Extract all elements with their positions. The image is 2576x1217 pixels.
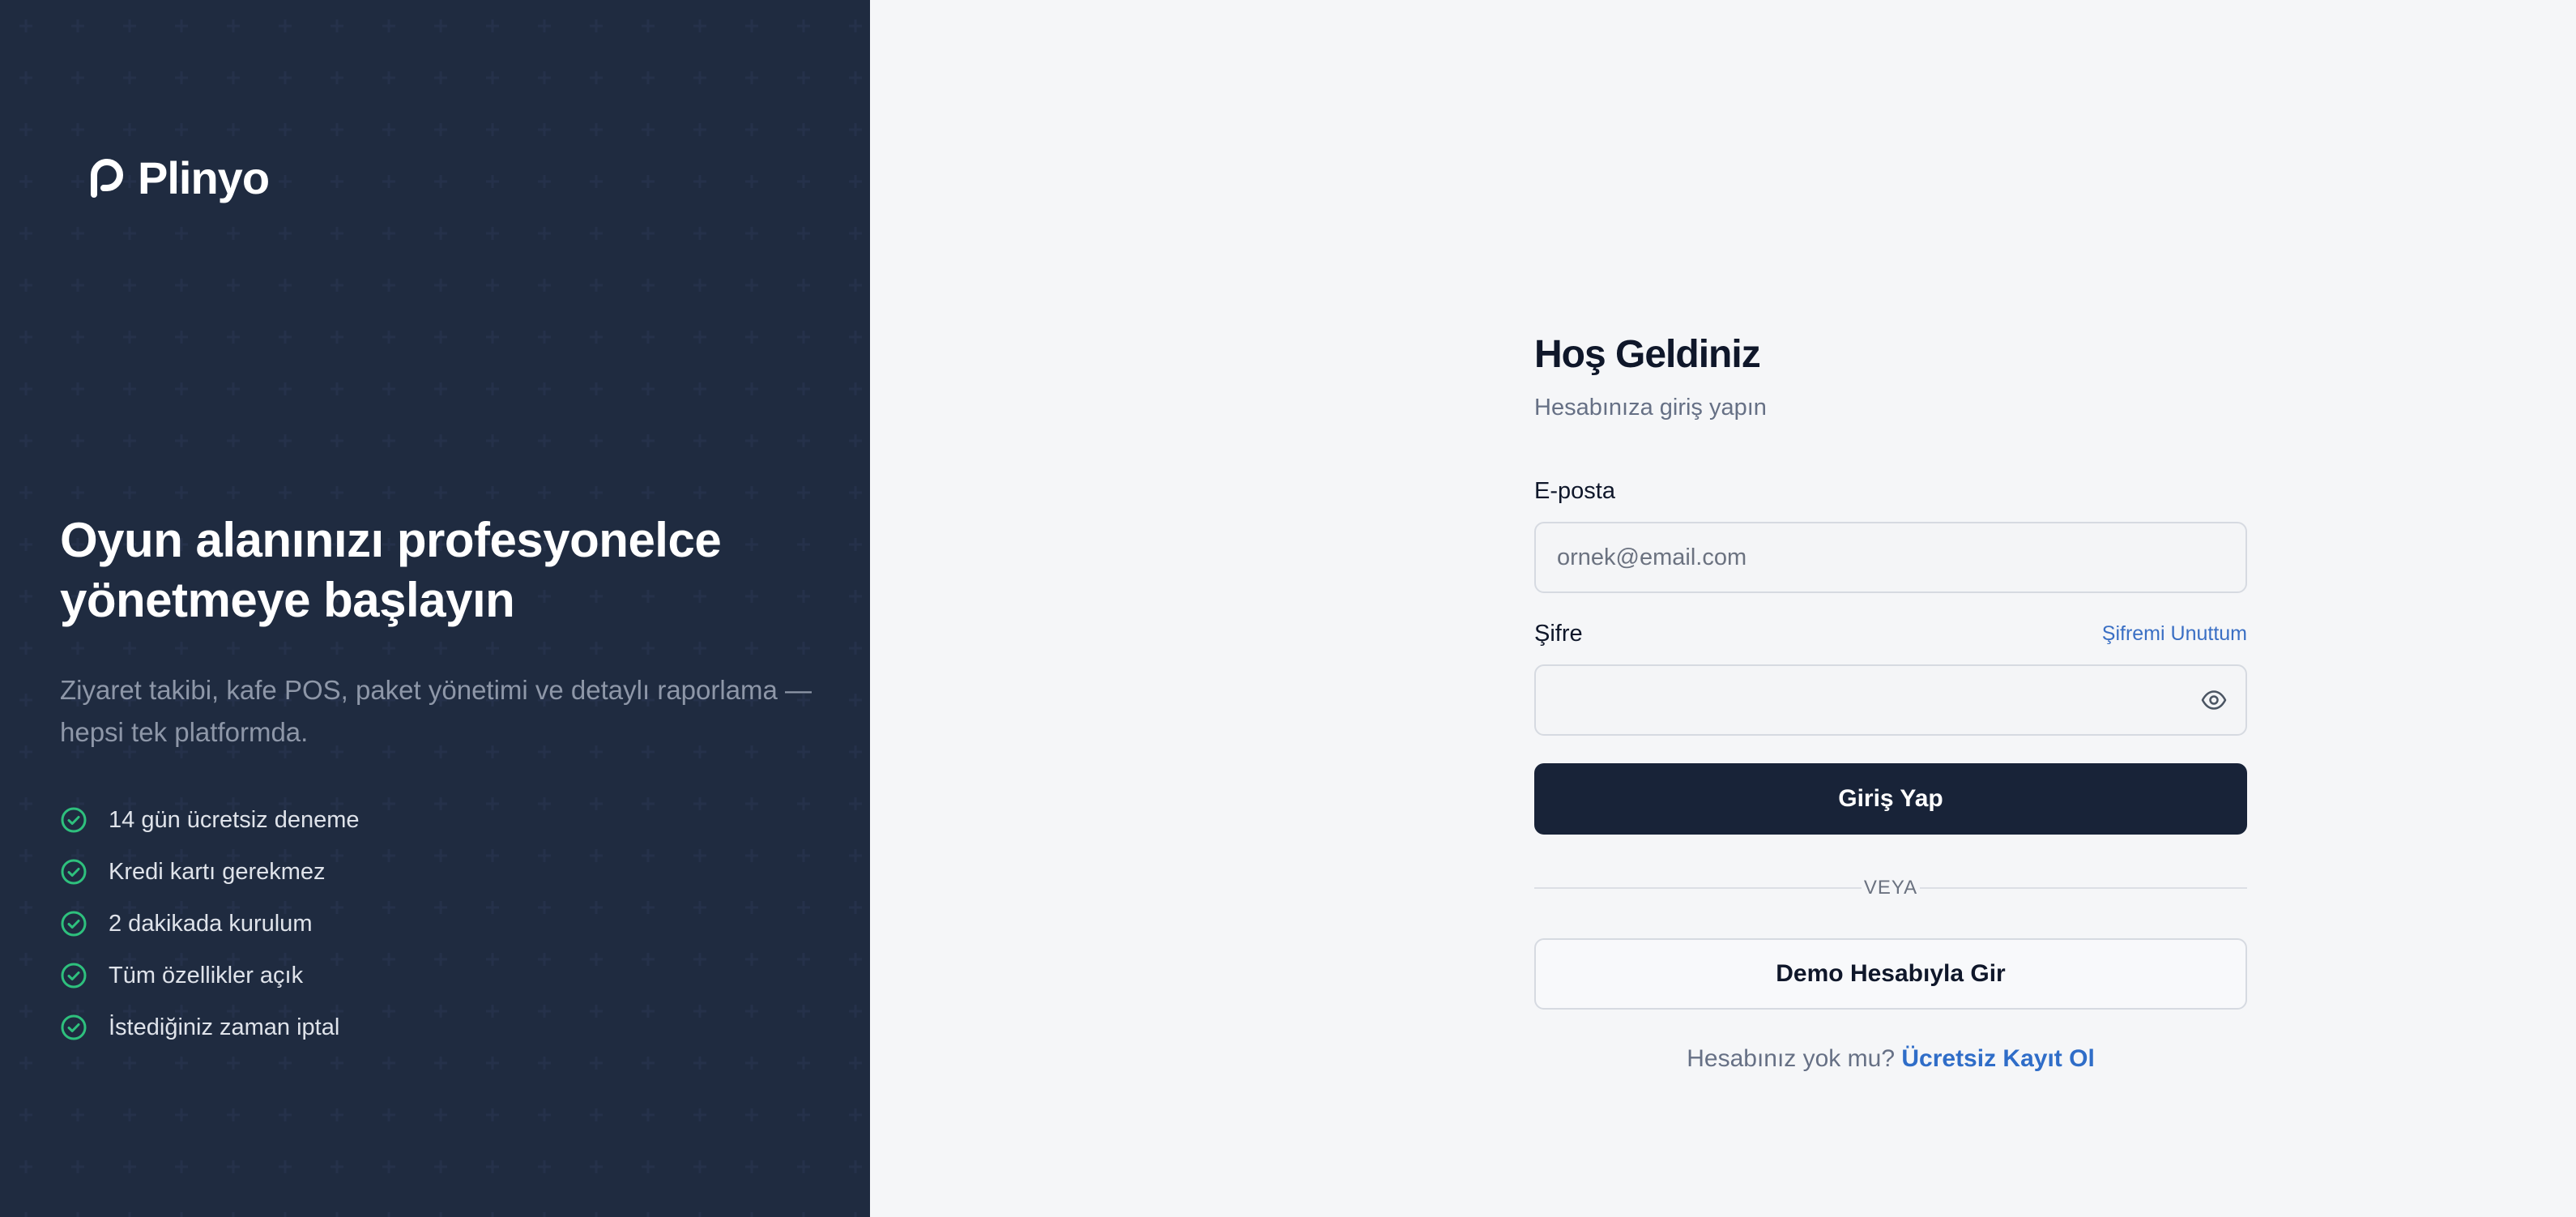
feature-item: Kredi kartı gerekmez: [60, 846, 360, 898]
check-circle-icon: [61, 807, 87, 833]
check-circle-icon: [61, 911, 87, 937]
login-button[interactable]: Giriş Yap: [1534, 763, 2247, 835]
brand-logo[interactable]: Plinyo: [87, 152, 270, 203]
password-label: Şifre: [1534, 621, 1583, 647]
signup-link[interactable]: Ücretsiz Kayıt Ol: [1901, 1045, 2094, 1072]
check-circle-icon: [61, 859, 87, 885]
feature-item: 14 gün ücretsiz deneme: [60, 794, 360, 846]
or-divider: VEYA: [1534, 873, 2247, 903]
signup-prompt: Hesabınız yok mu?: [1687, 1045, 1896, 1072]
feature-label: 2 dakikada kurulum: [109, 910, 313, 937]
feature-label: Kredi kartı gerekmez: [109, 858, 326, 885]
feature-label: İstediğiniz zaman iptal: [109, 1014, 340, 1040]
forgot-password-link[interactable]: Şifremi Unuttum: [2102, 622, 2247, 646]
check-circle-icon: [61, 963, 87, 989]
hero-subtitle: Ziyaret takibi, kafe POS, paket yönetimi…: [60, 675, 812, 747]
demo-login-button[interactable]: Demo Hesabıyla Gir: [1534, 938, 2247, 1010]
brand-panel: Plinyo Oyun alanınızı profesyonelce yöne…: [0, 0, 870, 1217]
password-field[interactable]: [1534, 664, 2247, 736]
feature-list: 14 gün ücretsiz deneme Kredi kartı gerek…: [60, 794, 360, 1053]
email-label: E-posta: [1534, 478, 1615, 504]
divider-line: [1920, 887, 2247, 889]
eye-icon[interactable]: [2200, 686, 2228, 714]
check-circle-icon: [61, 1014, 87, 1040]
signup-row: Hesabınız yok mu? Ücretsiz Kayıt Ol: [1534, 1045, 2247, 1073]
brand-name: Plinyo: [138, 152, 270, 203]
feature-label: 14 gün ücretsiz deneme: [109, 806, 360, 833]
form-subtitle: Hesabınıza giriş yapın: [1534, 395, 1767, 421]
feature-item: 2 dakikada kurulum: [60, 898, 360, 950]
feature-item: İstediğiniz zaman iptal: [60, 1001, 360, 1053]
feature-item: Tüm özellikler açık: [60, 950, 360, 1001]
hero-title: Oyun alanınızı profesyonelce yönetmeye b…: [60, 513, 722, 627]
email-field[interactable]: [1534, 522, 2247, 593]
feature-label: Tüm özellikler açık: [109, 962, 304, 989]
plinyo-p-logo-icon: [91, 159, 123, 198]
form-title: Hoş Geldiniz: [1534, 333, 1761, 376]
